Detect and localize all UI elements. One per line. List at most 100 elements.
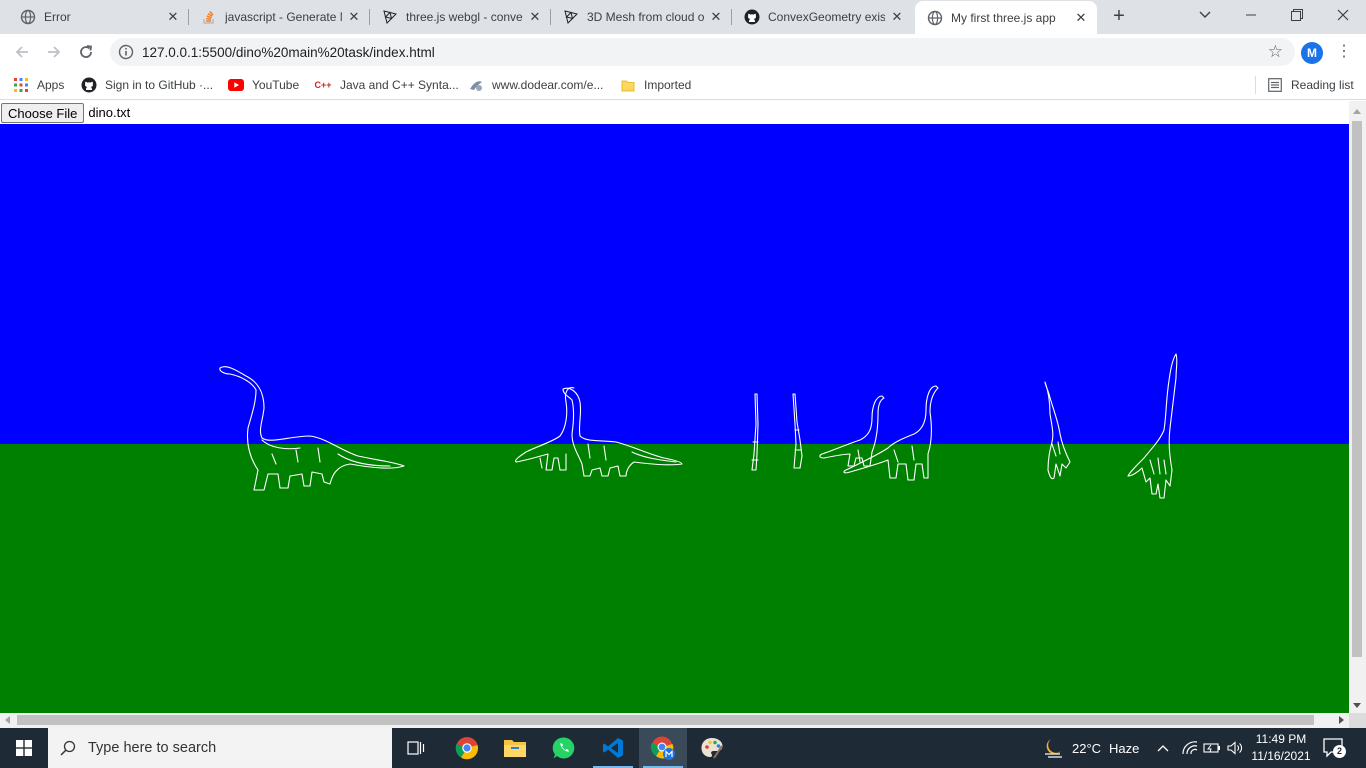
new-tab-button[interactable]: + [1106,5,1132,29]
tab-search-chevron-icon[interactable] [1182,0,1228,30]
tab-error[interactable]: Error ✕ [8,0,189,34]
scroll-up-arrow-icon[interactable] [1353,109,1361,114]
scroll-left-arrow-icon[interactable] [5,716,10,724]
reload-button[interactable] [74,40,98,64]
windows-logo-icon [16,740,32,756]
speaker-icon [1227,741,1242,755]
bookmark-label: Apps [37,78,65,92]
url-text: 127.0.0.1:5500/dino%20main%20task/index.… [142,45,435,60]
tab-close-icon[interactable]: ✕ [708,9,724,25]
moon-haze-icon [1045,739,1062,758]
apps-grid-icon [13,77,29,93]
bookmarks-divider [1255,76,1256,94]
taskbar-search-placeholder: Type here to search [88,740,217,756]
show-hidden-icons-button[interactable] [1157,728,1169,768]
reading-list-button[interactable]: Reading list [1267,76,1354,94]
cpp-icon: C++ [314,80,332,90]
tab-3d-mesh[interactable]: 3D Mesh from cloud o ✕ [551,0,732,34]
taskbar-whatsapp[interactable] [540,728,588,768]
search-icon [48,728,88,768]
bookmarks-bar: Apps Sign in to GitHub ·... YouTube C++ … [0,70,1366,100]
vertical-scroll-thumb[interactable] [1352,121,1362,657]
youtube-icon [228,77,244,93]
start-button[interactable] [0,728,48,768]
chevron-up-icon [1157,745,1169,752]
taskbar-search-box[interactable]: Type here to search [48,728,392,768]
close-window-button[interactable] [1320,0,1366,30]
taskbar-chrome-profile[interactable] [639,728,687,768]
bookmark-imported[interactable]: Imported [620,76,691,94]
tab-convexgeometry[interactable]: ConvexGeometry exist ✕ [732,0,913,34]
tab-close-icon[interactable]: ✕ [346,9,362,25]
threejs-icon [382,9,398,25]
reading-list-label: Reading list [1291,78,1354,92]
vertical-scrollbar[interactable] [1349,101,1366,713]
tab-title: three.js webgl - conve [406,10,523,24]
taskbar-chrome[interactable] [443,728,491,768]
tab-strip: Error ✕ javascript - Generate M ✕ three.… [0,0,1366,34]
tab-close-icon[interactable]: ✕ [165,9,181,25]
clock-time: 11:49 PM [1255,732,1307,746]
weather-widget[interactable]: 22°C Haze [1042,728,1139,768]
globe-icon [20,9,36,25]
page-viewport: Choose File dino.txt [0,101,1366,728]
tab-close-icon[interactable]: ✕ [527,9,543,25]
windows-taskbar: Type here to search 22°C Haze 11:49 PM 1… [0,728,1366,768]
sky-background [0,124,1349,444]
browser-toolbar: 127.0.0.1:5500/dino%20main%20task/index.… [0,34,1366,70]
bookmark-github[interactable]: Sign in to GitHub ·... [81,76,213,94]
site-info-icon[interactable] [118,44,134,60]
notification-count-badge: 2 [1333,745,1346,758]
bookmark-label: Imported [644,78,692,92]
back-button[interactable] [10,40,34,64]
restore-button[interactable] [1274,0,1320,30]
network-button[interactable] [1181,728,1199,768]
vscode-icon [603,738,623,758]
bookmark-youtube[interactable]: YouTube [228,76,299,94]
forward-button[interactable] [42,40,66,64]
task-view-button[interactable] [392,728,440,768]
scroll-right-arrow-icon[interactable] [1339,716,1344,724]
github-icon [81,77,97,93]
address-bar[interactable]: 127.0.0.1:5500/dino%20main%20task/index.… [110,38,1295,66]
battery-button[interactable] [1203,728,1221,768]
selected-file-name: dino.txt [88,105,131,120]
folder-icon [504,740,526,757]
scroll-down-arrow-icon[interactable] [1353,703,1361,708]
action-center-button[interactable]: 2 [1322,737,1346,759]
tab-close-icon[interactable]: ✕ [889,9,905,25]
weather-temperature: 22°C [1072,740,1102,756]
volume-button[interactable] [1227,728,1243,768]
tab-my-first-threejs-app[interactable]: My first three.js app ✕ [915,1,1097,34]
taskbar-paint[interactable] [688,728,736,768]
bookmark-dodear[interactable]: www.dodear.com/e... [468,76,603,94]
choose-file-button[interactable]: Choose File [1,103,85,123]
bookmark-label: YouTube [252,78,300,92]
file-input: Choose File dino.txt [0,101,130,124]
taskbar-vscode[interactable] [589,728,637,768]
whatsapp-icon [552,737,575,759]
tab-javascript[interactable]: javascript - Generate M ✕ [189,0,370,34]
taskbar-clock[interactable]: 11:49 PM 11/16/2021 [1248,731,1314,765]
paint-icon [701,738,723,759]
ground-plane [0,444,1349,713]
menu-kebab-icon[interactable]: ⋮ [1334,42,1354,64]
tab-close-icon[interactable]: ✕ [1073,10,1089,26]
horizontal-scroll-thumb[interactable] [17,715,1314,725]
battery-charging-icon [1203,743,1220,753]
minimize-button[interactable] [1228,0,1274,30]
tab-threejs-webgl[interactable]: three.js webgl - conve ✕ [370,0,551,34]
threejs-canvas[interactable] [0,124,1349,713]
horizontal-scrollbar[interactable] [0,713,1349,728]
scrollbar-corner [1349,713,1366,728]
bookmark-star-icon[interactable]: ☆ [1268,42,1283,62]
bookmark-label: Java and C++ Synta... [340,78,459,92]
bookmark-label: Sign in to GitHub ·... [105,78,214,92]
bookmark-apps[interactable]: Apps [13,76,64,94]
site-icon [468,77,484,93]
profile-avatar[interactable]: M [1301,42,1323,64]
tab-title: 3D Mesh from cloud o [587,10,704,24]
tab-title: My first three.js app [951,10,1056,25]
bookmark-java-cpp[interactable]: C++ Java and C++ Synta... [314,76,459,94]
taskbar-file-explorer[interactable] [491,728,539,768]
